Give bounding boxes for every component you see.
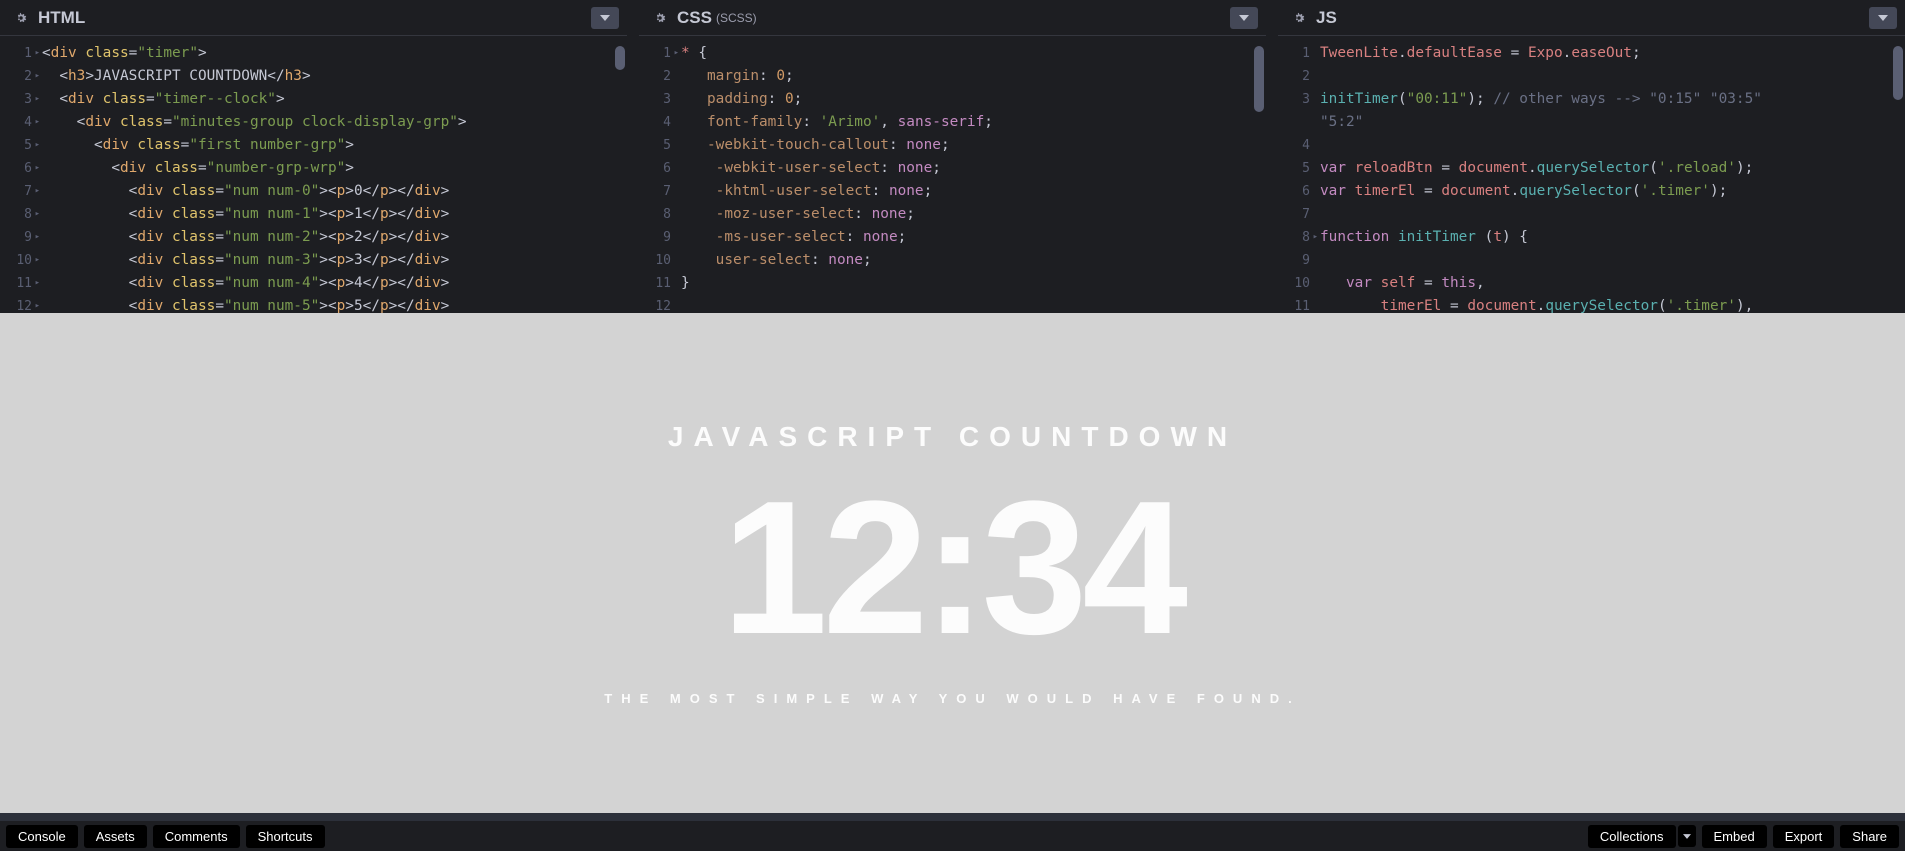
share-button[interactable]: Share xyxy=(1840,825,1899,848)
css-editor-title: CSS xyxy=(677,8,712,28)
html-code-lines[interactable]: <div class="timer"> <h3>JAVASCRIPT COUNT… xyxy=(42,42,627,313)
console-button[interactable]: Console xyxy=(6,825,78,848)
chevron-down-icon xyxy=(1239,15,1249,21)
embed-button[interactable]: Embed xyxy=(1702,825,1767,848)
comments-button[interactable]: Comments xyxy=(153,825,240,848)
html-editor-header: HTML xyxy=(0,0,627,36)
export-button[interactable]: Export xyxy=(1773,825,1835,848)
css-editor-header: CSS (SCSS) xyxy=(639,0,1266,36)
scrollbar-vertical[interactable] xyxy=(615,46,625,70)
js-gutter: 12345678▸91011 xyxy=(1278,42,1320,313)
html-editor-panel: HTML 1▸2▸3▸4▸5▸6▸7▸8▸9▸10▸11▸12▸ <div cl… xyxy=(0,0,627,313)
js-code-area[interactable]: 12345678▸91011 TweenLite.defaultEase = E… xyxy=(1278,36,1905,313)
collections-button[interactable]: Collections xyxy=(1588,825,1676,848)
preview-subtitle: THE MOST SIMPLE WAY YOU WOULD HAVE FOUND… xyxy=(604,691,1300,706)
chevron-down-icon xyxy=(1878,15,1888,21)
gear-icon[interactable] xyxy=(14,11,28,25)
js-editor-header: JS xyxy=(1278,0,1905,36)
scrollbar-vertical[interactable] xyxy=(1254,46,1264,112)
preview-countdown: 12:34 xyxy=(722,473,1183,663)
preview-area: JAVASCRIPT COUNTDOWN 12:34 THE MOST SIMP… xyxy=(0,313,1905,813)
scrollbar-vertical[interactable] xyxy=(1893,46,1903,100)
gear-icon[interactable] xyxy=(1292,11,1306,25)
editor-dropdown-button[interactable] xyxy=(1230,7,1258,29)
editor-dropdown-button[interactable] xyxy=(1869,7,1897,29)
css-code-area[interactable]: 1▸23456789101112 * { margin: 0; padding:… xyxy=(639,36,1266,313)
css-editor-panel: CSS (SCSS) 1▸23456789101112 * { margin: … xyxy=(639,0,1266,313)
css-editor-subtype: (SCSS) xyxy=(716,11,757,25)
footer-bar: Console Assets Comments Shortcuts Collec… xyxy=(0,813,1905,851)
collections-dropdown[interactable] xyxy=(1678,825,1696,847)
html-editor-title: HTML xyxy=(38,8,85,28)
caret-down-icon xyxy=(1683,834,1691,839)
shortcuts-button[interactable]: Shortcuts xyxy=(246,825,325,848)
js-editor-panel: JS 12345678▸91011 TweenLite.defaultEase … xyxy=(1278,0,1905,313)
chevron-down-icon xyxy=(600,15,610,21)
html-code-area[interactable]: 1▸2▸3▸4▸5▸6▸7▸8▸9▸10▸11▸12▸ <div class="… xyxy=(0,36,627,313)
js-editor-title: JS xyxy=(1316,8,1337,28)
editor-dropdown-button[interactable] xyxy=(591,7,619,29)
js-code-lines[interactable]: TweenLite.defaultEase = Expo.easeOut;ini… xyxy=(1320,42,1905,313)
editors-row: HTML 1▸2▸3▸4▸5▸6▸7▸8▸9▸10▸11▸12▸ <div cl… xyxy=(0,0,1905,313)
preview-title: JAVASCRIPT COUNTDOWN xyxy=(668,421,1237,453)
css-code-lines[interactable]: * { margin: 0; padding: 0; font-family: … xyxy=(681,42,1266,313)
html-gutter: 1▸2▸3▸4▸5▸6▸7▸8▸9▸10▸11▸12▸ xyxy=(0,42,42,313)
css-gutter: 1▸23456789101112 xyxy=(639,42,681,313)
assets-button[interactable]: Assets xyxy=(84,825,147,848)
gear-icon[interactable] xyxy=(653,11,667,25)
